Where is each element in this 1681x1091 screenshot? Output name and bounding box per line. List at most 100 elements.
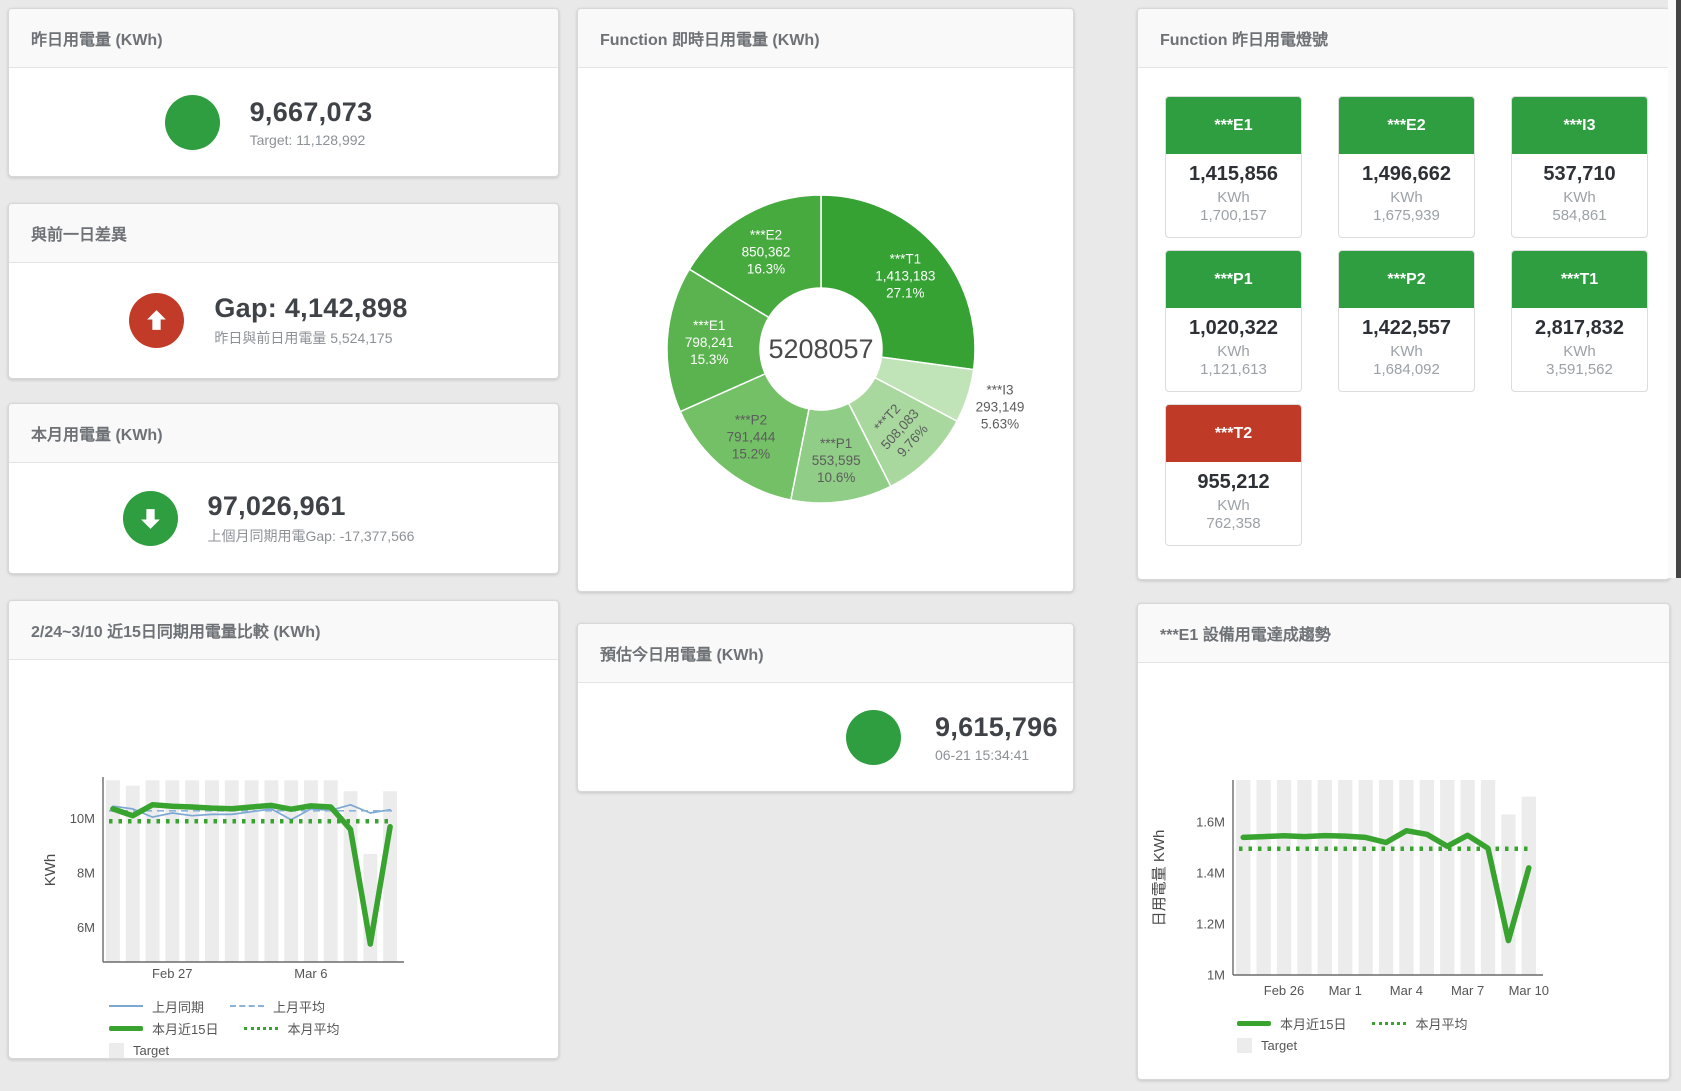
card-title: Function 昨日用電燈號 [1160, 26, 1328, 50]
stat-value: 9,667,073 [250, 97, 373, 128]
status-tile[interactable]: ***I3 537,710 KWh584,861 [1511, 96, 1648, 238]
tile-unit: KWh [1339, 189, 1474, 206]
card-title: 與前一日差異 [31, 221, 127, 245]
card-header: 本月用電量 (KWh) [9, 404, 558, 463]
tile-target-value: 584,861 [1512, 207, 1647, 224]
tile-value: 1,020,322 [1166, 317, 1301, 340]
legend-swatch-icon [1237, 1038, 1252, 1053]
x-tick-label: Feb 26 [1264, 983, 1304, 998]
legend-swatch-icon [244, 1027, 278, 1030]
donut-slice-label: ***I3293,1495.63% [976, 383, 1025, 432]
tile-body: 1,020,322KWh1,121,613 [1166, 308, 1301, 378]
target-bar [344, 791, 358, 962]
tile-unit: KWh [1166, 189, 1301, 206]
tile-name: ***E2 [1339, 97, 1474, 154]
stat-value: 9,615,796 [935, 712, 1058, 743]
target-bar [1338, 780, 1352, 975]
legend-item-上月平均[interactable]: 上月平均 [230, 997, 325, 1016]
card-header: ***E1 設備用電達成趨勢 [1138, 604, 1669, 663]
stat-subtext: 上個月同期用電Gap: -17,377,566 [208, 526, 415, 546]
y-tick-label: 8M [77, 866, 95, 881]
y-tick-label: 1.4M [1196, 866, 1225, 881]
stat-value: Gap: 4,142,898 [214, 293, 407, 324]
legend-row: 上月同期 上月平均 [109, 995, 558, 1017]
card-e1-trend-chart: ***E1 設備用電達成趨勢 1M 1.2M 1.4M 1.6M Feb 26 Mar 1… [1137, 603, 1670, 1080]
legend-item-Target[interactable]: Target [109, 1043, 169, 1058]
x-tick-label: Mar 10 [1509, 983, 1549, 998]
target-bar [1359, 780, 1373, 975]
y-axis-label: KWh [42, 854, 59, 887]
tile-unit: KWh [1512, 343, 1647, 360]
comparison-chart: 6M8M10MFeb 27Mar 6KWh [9, 660, 556, 990]
target-bar [1379, 780, 1393, 975]
card-header: Function 昨日用電燈號 [1138, 9, 1669, 68]
legend-row: Target [109, 1039, 558, 1061]
legend-swatch-icon [109, 1005, 143, 1007]
legend-item-Target[interactable]: Target [1237, 1038, 1297, 1053]
target-bar [1440, 780, 1454, 975]
status-tile[interactable]: ***P11,020,322KWh1,121,613 [1165, 250, 1302, 392]
dashboard-page: 昨日用電量 (KWh) 9,667,073 Target: 11,128,992… [0, 0, 1681, 1091]
right-gutter [1668, 0, 1676, 578]
status-tile[interactable]: ***T1 2,817,832 KWh3,591,562 [1511, 250, 1648, 392]
tile-name: ***T1 [1512, 251, 1647, 308]
tile-name: ***E1 [1166, 97, 1301, 154]
tile-body: 2,817,832 KWh3,591,562 [1512, 308, 1647, 378]
legend-item-本月平均[interactable]: 本月平均 [1372, 1014, 1467, 1033]
legend-label: 本月平均 [287, 1019, 339, 1038]
y-tick-label: 1.6M [1196, 815, 1225, 830]
tile-name: ***P1 [1166, 251, 1301, 308]
card-realtime-donut: Function 即時日用電量 (KWh) ***T11,413,18327.1… [577, 8, 1074, 592]
stat-subtext: 06-21 15:34:41 [935, 747, 1058, 763]
tile-unit: KWh [1512, 189, 1647, 206]
legend-swatch-icon [109, 1043, 124, 1058]
card-estimate-today: 預估今日用電量 (KWh) 9,615,796 06-21 15:34:41 [577, 623, 1074, 792]
target-bar [383, 791, 397, 962]
stat-body: 9,615,796 06-21 15:34:41 [578, 683, 1073, 791]
card-gap-previous-day: 與前一日差異 Gap: 4,142,898 昨日與前日用電量 5,524,175 [8, 203, 559, 379]
legend-item-上月同期[interactable]: 上月同期 [109, 997, 204, 1016]
y-tick-label: 1.2M [1196, 917, 1225, 932]
status-tile[interactable]: ***P21,422,557KWh1,684,092 [1338, 250, 1475, 392]
tile-body: 1,415,856KWh1,700,157 [1166, 154, 1301, 224]
stat-body: 9,667,073 Target: 11,128,992 [9, 68, 558, 176]
tile-unit: KWh [1339, 343, 1474, 360]
card-yesterday-usage: 昨日用電量 (KWh) 9,667,073 Target: 11,128,992 [8, 8, 559, 177]
x-tick-label: Mar 7 [1451, 983, 1484, 998]
status-tile[interactable]: ***E21,496,662KWh1,675,939 [1338, 96, 1475, 238]
e1-trend-chart-legend: 本月近15日 本月平均 Target [1237, 1012, 1669, 1056]
legend-label: Target [133, 1043, 169, 1058]
legend-label: 上月平均 [273, 997, 325, 1016]
legend-label: 上月同期 [152, 997, 204, 1016]
tile-value: 2,817,832 [1512, 317, 1647, 340]
y-tick-label: 6M [77, 920, 95, 935]
card-title: 昨日用電量 (KWh) [31, 26, 163, 50]
legend-item-本月近15日[interactable]: 本月近15日 [109, 1019, 218, 1038]
status-tile[interactable]: ***T2955,212KWh762,358 [1165, 404, 1302, 546]
tile-name: ***P2 [1339, 251, 1474, 308]
y-tick-label: 1M [1207, 968, 1225, 983]
arrow-down-circle-icon [123, 491, 178, 546]
tile-body: 1,496,662KWh1,675,939 [1339, 154, 1474, 224]
tile-target-value: 1,121,613 [1166, 361, 1301, 378]
legend-item-本月近15日[interactable]: 本月近15日 [1237, 1014, 1346, 1033]
card-yesterday-status-lights: Function 昨日用電燈號 ***E11,415,856KWh1,700,1… [1137, 8, 1670, 580]
tile-target-value: 1,675,939 [1339, 207, 1474, 224]
card-header: Function 即時日用電量 (KWh) [578, 9, 1073, 68]
stat-body: Gap: 4,142,898 昨日與前日用電量 5,524,175 [9, 263, 558, 378]
tile-value: 537,710 [1512, 163, 1647, 186]
legend-row: Target [1237, 1034, 1669, 1056]
card-title: ***E1 設備用電達成趨勢 [1160, 621, 1331, 645]
x-tick-label: Mar 1 [1329, 983, 1362, 998]
tile-target-value: 3,591,562 [1512, 361, 1647, 378]
donut-center-total: 5208057 [768, 334, 873, 364]
tile-target-value: 1,684,092 [1339, 361, 1474, 378]
tile-name: ***I3 [1512, 97, 1647, 154]
status-tile[interactable]: ***E11,415,856KWh1,700,157 [1165, 96, 1302, 238]
stat-subtext: Target: 11,128,992 [250, 132, 373, 148]
legend-item-本月平均[interactable]: 本月平均 [244, 1019, 339, 1038]
legend-label: 本月平均 [1415, 1014, 1467, 1033]
card-title: 預估今日用電量 (KWh) [600, 641, 764, 665]
realtime-usage-donut: ***T11,413,18327.1%***I3293,1495.63%***T… [578, 68, 1071, 590]
legend-row: 本月近15日 本月平均 [109, 1017, 558, 1039]
